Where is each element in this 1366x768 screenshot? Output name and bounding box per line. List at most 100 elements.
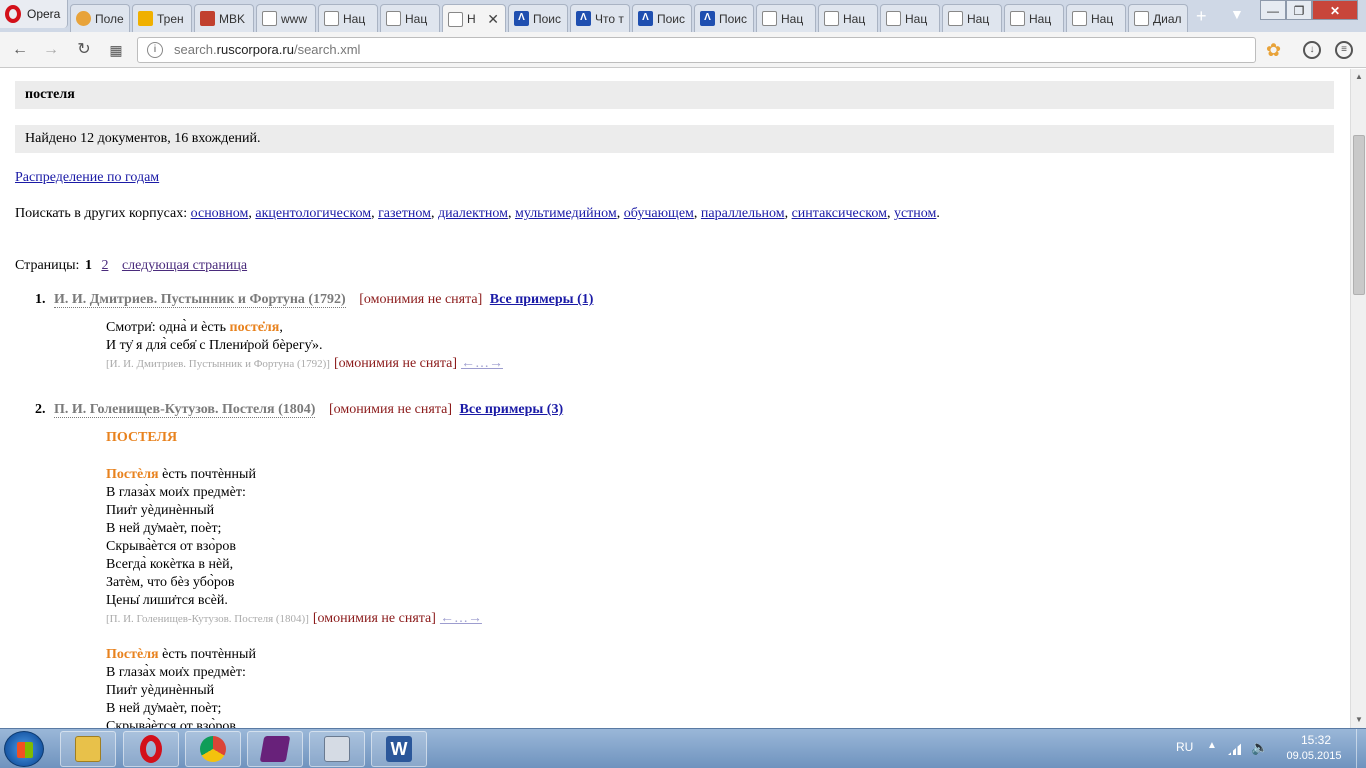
corpus-link[interactable]: акцентологическом [255,206,371,221]
tab-close-icon[interactable]: ✕ [487,11,499,28]
taskbar-explorer-button[interactable] [60,731,116,767]
tab-favicon-page-icon [386,11,401,26]
window-close-button[interactable]: ✕ [1312,0,1358,20]
doc-2-snippet-2-line-1-text: ѐсть почтѐнный [158,647,256,662]
doc-2-poem-line: В глаза̀х мои̇х предмѐт: [106,485,246,500]
doc-2-poem-line: Всегда̀ кокѐтка в нѐй, [106,557,234,572]
browser-tab[interactable]: Поле [70,4,130,32]
tray-show-hidden-icon[interactable]: ▲ [1207,740,1217,751]
taskbar-chrome-button[interactable] [185,731,241,767]
corpus-link[interactable]: синтаксическом [792,206,887,221]
speed-dial-grid-icon[interactable]: ▦ [105,39,127,61]
reload-icon[interactable]: ↻ [73,39,95,61]
tray-clock-date[interactable]: 09.05.2015 [1284,750,1344,762]
tab-favicon-orange-icon [76,11,91,26]
download-icon[interactable]: ↓ [1303,41,1321,59]
taskbar-visual-studio-button[interactable] [247,731,303,767]
url-path: /search.xml [293,42,361,57]
windows-flag-icon [17,742,33,758]
doc-2-snippet-2: Постѐля ѐсть почтѐнный В глаза̀х мои̇х п… [106,646,256,728]
doc-1-source-line: [И. И. Дмитриев. Пустынник и Фортуна (17… [106,355,503,373]
browser-tab[interactable]: MBK [194,4,254,32]
tab-label: Нац [967,11,990,26]
scroll-up-arrow-icon[interactable]: ▲ [1351,69,1366,85]
doc-2-title[interactable]: П. И. Голенищев-Кутузов. Постеля (1804) [54,402,316,418]
corpus-link[interactable]: диалектном [438,206,508,221]
browser-tab[interactable]: Трен [132,4,192,32]
forward-arrow-icon[interactable]: → [40,39,62,61]
window-minimize-button[interactable]: — [1260,0,1286,20]
browser-tab[interactable]: Нац [380,4,440,32]
scroll-thumb[interactable] [1353,135,1365,295]
next-page-link[interactable]: следующая страница [122,258,247,273]
opera-logo-icon [5,5,21,23]
doc-2-header: 2. П. И. Голенищев-Кутузов. Постеля (180… [35,402,563,418]
vertical-scrollbar[interactable]: ▲ ▼ [1350,69,1366,728]
doc-1-line-2: И ту̇ я для̀ себя̇ с Плени̇рой бѐрегу̇». [106,338,323,353]
browser-tab[interactable]: Λ Поис [508,4,568,32]
browser-tab[interactable]: www [256,4,316,32]
corpus-link[interactable]: устном [894,206,936,221]
opera-menu-button[interactable]: Opera [0,0,68,28]
query-text: постеля [25,87,75,102]
page-2-link[interactable]: 2 [101,258,108,273]
taskbar-calculator-button[interactable] [309,731,365,767]
taskbar-word-button[interactable]: W [371,731,427,767]
doc-2-context-arrows-link[interactable]: ←…→ [440,611,482,626]
doc-1-source-homonymy: [омонимия не снята] [333,356,457,371]
show-desktop-button[interactable] [1356,729,1366,768]
doc-1-title[interactable]: И. И. Дмитриев. Пустынник и Фортуна (179… [54,292,346,308]
tab-menu-chevron-icon[interactable]: ▼ [1230,6,1244,22]
extension-flower-icon[interactable]: ✿ [1266,40,1286,60]
calculator-icon [324,736,350,762]
browser-menu-icon[interactable]: ≡ [1335,41,1353,59]
doc-2-all-examples-link[interactable]: Все примеры (3) [459,402,563,417]
corpus-link[interactable]: основном [191,206,249,221]
new-tab-plus-icon[interactable]: + [1196,6,1207,27]
browser-tab[interactable]: Λ Что т [570,4,630,32]
scroll-down-arrow-icon[interactable]: ▼ [1351,712,1366,728]
other-corpora-line: Поискать в других корпусах: основном, ак… [15,206,940,222]
corpus-link[interactable]: газетном [378,206,431,221]
browser-tab[interactable]: Нац [942,4,1002,32]
start-button[interactable] [4,731,44,767]
browser-tab[interactable]: Нац [818,4,878,32]
browser-tab[interactable]: Нац [1066,4,1126,32]
corpus-link[interactable]: мультимедийном [515,206,617,221]
tab-favicon-blue-icon: Λ [638,11,653,26]
url-field[interactable]: i search.ruscorpora.ru/search.xml [137,37,1256,63]
doc-2-snippet-1-line-1: Постѐля ѐсть почтѐнный [106,466,482,484]
tray-clock-time[interactable]: 15:32 [1290,733,1342,747]
corpus-link[interactable]: параллельном [701,206,785,221]
tab-label: Нац [343,11,366,26]
browser-tab[interactable]: Нац [756,4,816,32]
tab-favicon-page-icon [886,11,901,26]
tab-label: Поис [719,11,748,26]
network-signal-icon[interactable] [1228,741,1244,755]
distribution-by-years-link[interactable]: Распределение по годам [15,170,159,185]
browser-tab[interactable]: Нац [1004,4,1064,32]
doc-1-all-examples-link[interactable]: Все примеры (1) [490,292,594,307]
window-maximize-button[interactable]: ❐ [1286,0,1312,20]
browser-tab[interactable]: Λ Поис [694,4,754,32]
corpus-link[interactable]: обучающем [624,206,694,221]
tab-favicon-blue-icon: Λ [700,11,715,26]
browser-tab[interactable]: Нац [880,4,940,32]
back-arrow-icon[interactable]: ← [9,39,31,61]
tab-label: Нац [905,11,928,26]
volume-icon[interactable]: 🔈 [1251,739,1268,756]
browser-tab[interactable]: Нац [318,4,378,32]
tab-favicon-page-icon [1072,11,1087,26]
browser-tab[interactable]: Н ✕ [442,4,506,33]
tray-language[interactable]: RU [1176,740,1193,754]
site-info-icon[interactable]: i [147,42,163,58]
doc-2-source-line: [П. И. Голенищев-Кутузов. Постеля (1804)… [106,610,482,628]
browser-tab[interactable]: Диал [1128,4,1188,32]
doc-1-context-arrows-link[interactable]: ←…→ [461,356,503,371]
taskbar-opera-button[interactable] [123,731,179,767]
browser-tab[interactable]: Λ Поис [632,4,692,32]
doc-1-number: 1. [35,292,46,307]
other-corpora-links: основном, акцентологическом, газетном, д… [190,206,940,221]
tab-label: www [281,11,307,26]
doc-1-source: [И. И. Дмитриев. Пустынник и Фортуна (17… [106,358,330,370]
